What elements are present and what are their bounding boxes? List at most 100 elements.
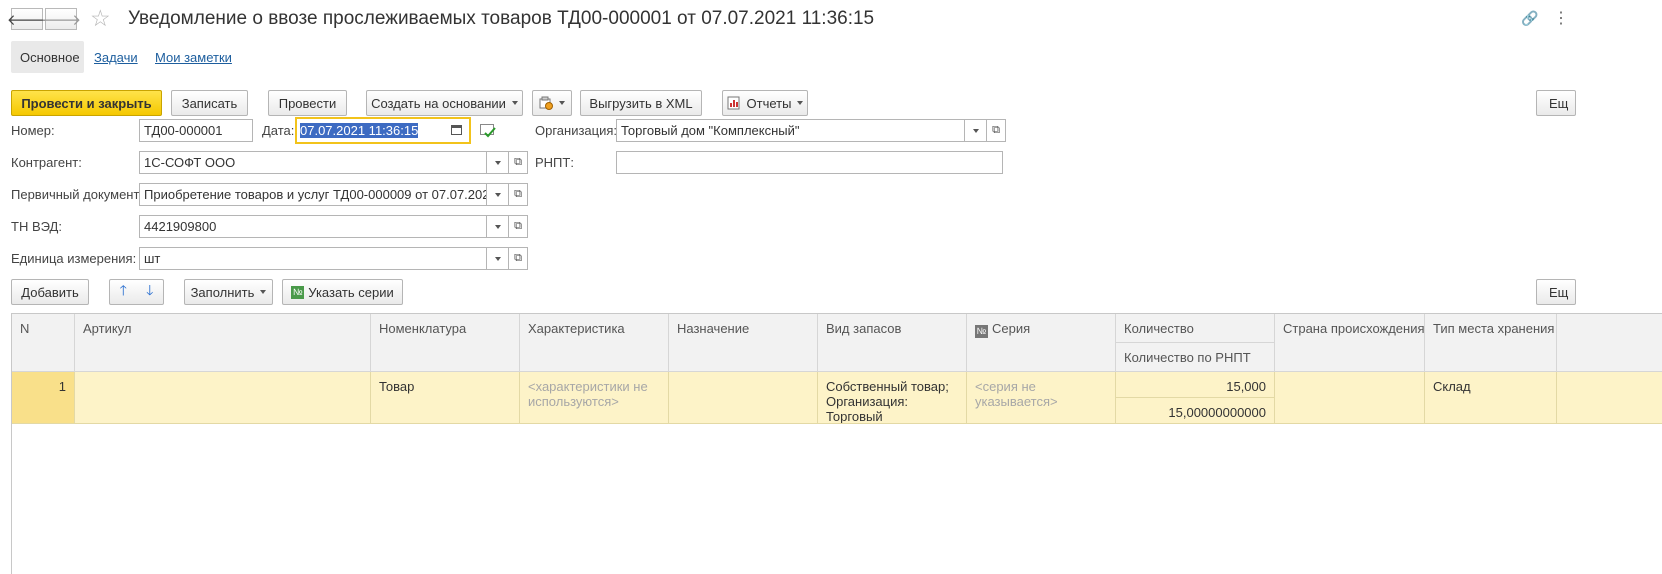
organization-open-button[interactable]: ⧉ [987,119,1006,142]
specify-series-label: Указать серии [308,284,394,300]
unit-field[interactable]: шт [139,247,487,270]
column-header-quantity[interactable]: Количество [1116,314,1275,343]
date-field[interactable]: 07.07.2021 11:36:15 [295,117,471,144]
tnved-field[interactable]: 4421909800 [139,215,487,238]
primary-document-label: Первичный документ: [11,187,144,202]
table-cell-characteristic[interactable]: <характеристики не используются> [520,372,669,424]
link-icon[interactable]: 🔗 [1521,10,1538,27]
unit-open-button[interactable]: ⧉ [509,247,528,270]
table-cell-quantity[interactable]: 15,000 [1116,372,1275,398]
primary-document-field[interactable]: Приобретение товаров и услуг ТД00-000009… [139,183,487,206]
chevron-down-icon [972,128,979,133]
open-window-icon: ⧉ [992,124,1000,136]
contractor-label: Контрагент: [11,155,82,170]
report-icon [727,96,740,110]
window-title: Уведомление о ввозе прослеживаемых товар… [128,8,875,29]
post-and-close-button[interactable]: Провести и закрыть [11,90,162,116]
date-label: Дата: [262,123,295,138]
fill-button[interactable]: Заполнить [184,279,273,305]
table-cell-nomenclature[interactable]: Товар [371,372,520,424]
column-header-characteristic[interactable]: Характеристика [520,314,669,372]
open-window-icon: ⧉ [514,188,522,200]
chevron-down-icon [511,101,518,105]
tab-main[interactable]: Основное [20,50,80,65]
column-header-country[interactable]: Страна происхождения [1275,314,1425,372]
organization-label: Организация: [535,123,618,138]
back-button[interactable]: 🡐 [7,8,47,30]
organization-field[interactable]: Торговый дом "Комплексный" [616,119,965,142]
fill-label: Заполнить [190,284,255,300]
column-header-extra [1557,314,1662,372]
table-more-button[interactable]: Ещ [1536,279,1576,305]
arrow-right-icon: 🡒 [40,11,82,29]
add-row-button[interactable]: Добавить [11,279,89,305]
more-actions-icon[interactable]: ⋮ [1553,8,1569,28]
reports-label: Отчеты [746,95,792,111]
column-header-n[interactable]: N [12,314,75,372]
table-cell-article[interactable] [75,372,371,424]
table-cell-country[interactable] [1275,372,1425,424]
goods-table[interactable]: N Артикул Номенклатура Характеристика На… [11,313,1662,574]
chevron-down-icon [494,192,501,197]
column-header-stock-type[interactable]: Вид запасов [818,314,967,372]
open-window-icon: ⧉ [514,156,522,168]
table-cell-purpose[interactable] [669,372,818,424]
rnpt-field[interactable] [616,151,1003,174]
forward-button[interactable]: 🡒 [41,8,81,30]
save-button[interactable]: Записать [171,90,248,116]
create-based-on-button[interactable]: Создать на основании [366,90,523,116]
column-header-purpose[interactable]: Назначение [669,314,818,372]
column-header-series[interactable]: № Серия [967,314,1116,372]
favorite-star-icon[interactable]: ☆ [90,5,111,32]
chevron-down-icon [494,224,501,229]
reports-button[interactable]: Отчеты [722,90,808,116]
column-header-nomenclature[interactable]: Номенклатура [371,314,520,372]
table-cell-series[interactable]: <серия не указывается> [967,372,1116,424]
date-value: 07.07.2021 11:36:15 [300,123,419,138]
export-xml-button[interactable]: Выгрузить в XML [580,90,702,116]
date-check-icon[interactable] [480,124,496,141]
table-cell-n[interactable]: 1 [12,372,75,424]
contractor-dropdown[interactable] [487,151,509,174]
tab-notes[interactable]: Мои заметки [155,50,232,65]
table-cell-stock-type[interactable]: Собственный товар; Организация: Торговый [818,372,967,424]
more-button[interactable]: Ещ [1536,90,1576,116]
table-cell-extra [1557,372,1662,424]
column-header-article[interactable]: Артикул [75,314,371,372]
chevron-down-icon [260,290,267,294]
post-button[interactable]: Провести [268,90,347,116]
organization-dropdown[interactable] [965,119,987,142]
tnved-label: ТН ВЭД: [11,219,62,234]
contractor-field[interactable]: 1С-СОФТ ООО [139,151,487,174]
move-buttons: 🡑 🡓 [109,279,164,305]
unit-dropdown[interactable] [487,247,509,270]
table-cell-storage-type[interactable]: Склад [1425,372,1557,424]
number-field[interactable]: ТД00-000001 [139,119,253,142]
chevron-down-icon [797,101,804,105]
tab-tasks[interactable]: Задачи [94,50,138,65]
tnved-dropdown[interactable] [487,215,509,238]
primary-document-open-button[interactable]: ⧉ [509,183,528,206]
series-number-icon: № [975,325,988,338]
specify-series-button[interactable]: № Указать серии [282,279,403,305]
primary-document-dropdown[interactable] [487,183,509,206]
print-button[interactable] [532,90,572,116]
number-label: Номер: [11,123,55,138]
contractor-open-button[interactable]: ⧉ [509,151,528,174]
tnved-open-button[interactable]: ⧉ [509,215,528,238]
arrow-up-icon[interactable]: 🡑 [120,280,127,304]
series-header-label: Серия [992,321,1031,336]
open-window-icon: ⧉ [514,252,522,264]
create-based-on-label: Создать на основании [371,95,506,111]
arrow-down-icon[interactable]: 🡓 [146,280,153,304]
column-header-storage-type[interactable]: Тип места хранения [1425,314,1557,372]
table-cell-quantity-rnpt[interactable]: 15,00000000000 [1116,398,1275,424]
chevron-down-icon [494,256,501,261]
open-window-icon: ⧉ [514,220,522,232]
chevron-down-icon [559,101,565,105]
chevron-down-icon [494,160,501,165]
calendar-icon[interactable] [451,124,462,138]
column-header-quantity-rnpt[interactable]: Количество по РНПТ [1116,343,1275,372]
unit-label: Единица измерения: [11,251,137,266]
series-number-icon: № [291,285,305,299]
